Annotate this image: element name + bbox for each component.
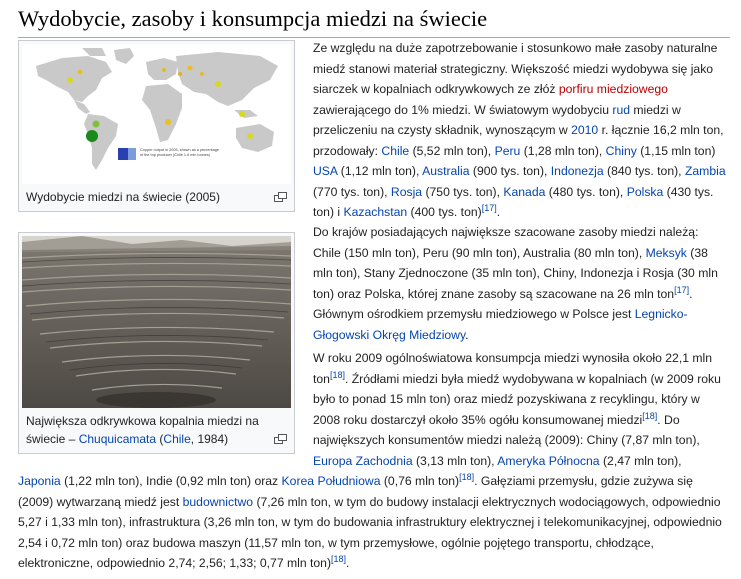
europa-zachodnia-link[interactable]: Europa Zachodnia xyxy=(313,454,413,468)
reference-18[interactable]: [18] xyxy=(330,369,345,379)
text: (900 tys. ton), xyxy=(469,164,551,178)
mine-caption-suffix: , 1984) xyxy=(190,432,229,446)
reference-18[interactable]: [18] xyxy=(331,554,346,564)
enlarge-icon[interactable] xyxy=(274,192,287,202)
ameryka-polnocna-link[interactable]: Ameryka Północna xyxy=(497,454,599,468)
reference-17[interactable]: [17] xyxy=(482,203,497,213)
text: . xyxy=(496,205,501,219)
open-pit-mine-image xyxy=(22,236,291,408)
mine-photo[interactable] xyxy=(22,236,291,408)
text: (770 tys. ton), xyxy=(313,184,391,199)
paragraph-consumption-bottom: Japonia (1,22 mln ton), Indie (0,92 mln … xyxy=(18,471,730,574)
meksyk-link[interactable]: Meksyk xyxy=(646,246,687,260)
paragraph-consumption-top: W roku 2009 ogólnoświatowa konsumpcja mi… xyxy=(313,348,729,471)
paragraph-reserves: Do krajów posiadających największe szaco… xyxy=(313,222,729,345)
enlarge-icon[interactable] xyxy=(274,434,287,444)
rud-link[interactable]: rud xyxy=(612,103,630,117)
korea-poludniowa-link[interactable]: Korea Południowa xyxy=(282,474,381,488)
paragraph-production: Ze względu na duże zapotrzebowanie i sto… xyxy=(313,38,729,223)
text: . xyxy=(465,327,469,342)
text: . xyxy=(346,556,350,570)
text: (480 tys. ton), xyxy=(545,184,627,199)
chiny-link[interactable]: Chiny xyxy=(606,144,637,158)
rosja-link[interactable]: Rosja xyxy=(391,185,422,199)
text: (400 tys. ton) xyxy=(407,205,482,219)
section-title: Wydobycie, zasoby i konsumpcja miedzi na… xyxy=(18,4,730,38)
kanada-link[interactable]: Kanada xyxy=(503,185,545,199)
year-2010-link[interactable]: 2010 xyxy=(571,123,598,137)
reference-18[interactable]: [18] xyxy=(459,472,474,482)
chile-link[interactable]: Chile xyxy=(381,144,409,158)
chuquicamata-link[interactable]: Chuquicamata xyxy=(79,432,156,446)
world-copper-map[interactable]: Copper output in 2005, shown as a percen… xyxy=(22,44,291,184)
map-legend: Copper output in 2005, shown as a percen… xyxy=(140,148,219,157)
text: (0,76 mln ton) xyxy=(380,474,460,488)
text: (1,12 mln ton), xyxy=(337,164,423,178)
reference-18[interactable]: [18] xyxy=(642,410,657,420)
zambia-link[interactable]: Zambia xyxy=(685,164,726,178)
reference-17[interactable]: [17] xyxy=(674,284,689,294)
text: (750 tys. ton), xyxy=(422,184,504,199)
text: (1,15 mln ton) xyxy=(636,143,716,158)
text: Do krajów posiadających największe szaco… xyxy=(313,225,699,260)
indonezja-link[interactable]: Indonezja xyxy=(551,164,604,178)
text: (2,47 mln ton), xyxy=(599,453,682,468)
budownictwo-link[interactable]: budownictwo xyxy=(183,495,253,509)
kazachstan-link[interactable]: Kazachstan xyxy=(343,205,407,219)
australia-link[interactable]: Australia xyxy=(422,164,469,178)
text: zawierającego do 1% miedzi. W światowym … xyxy=(313,102,613,117)
text: (1,22 mln ton), Indie (0,92 mln ton) ora… xyxy=(60,474,282,488)
text: (1,28 mln ton), xyxy=(520,143,606,158)
peru-link[interactable]: Peru xyxy=(495,144,521,158)
map-figure: Copper output in 2005, shown as a percen… xyxy=(18,40,295,212)
map-caption: Wydobycie miedzi na świecie (2005) xyxy=(22,184,291,208)
polska-link[interactable]: Polska xyxy=(627,185,664,199)
porfir-link[interactable]: porfiru miedziowego xyxy=(559,82,668,96)
chile-link[interactable]: Chile xyxy=(163,432,190,446)
text: (840 tys. ton), xyxy=(603,164,685,178)
map-caption-text: Wydobycie miedzi na świecie (2005) xyxy=(26,190,220,204)
mine-figure: Największa odkrywkowa kopalnia miedzi na… xyxy=(18,232,295,454)
japonia-link[interactable]: Japonia xyxy=(18,474,61,488)
text: (3,13 mln ton), xyxy=(412,453,498,468)
usa-link[interactable]: USA xyxy=(313,164,337,178)
mine-caption: Największa odkrywkowa kopalnia miedzi na… xyxy=(22,408,291,450)
text: (5,52 mln ton), xyxy=(409,143,495,158)
